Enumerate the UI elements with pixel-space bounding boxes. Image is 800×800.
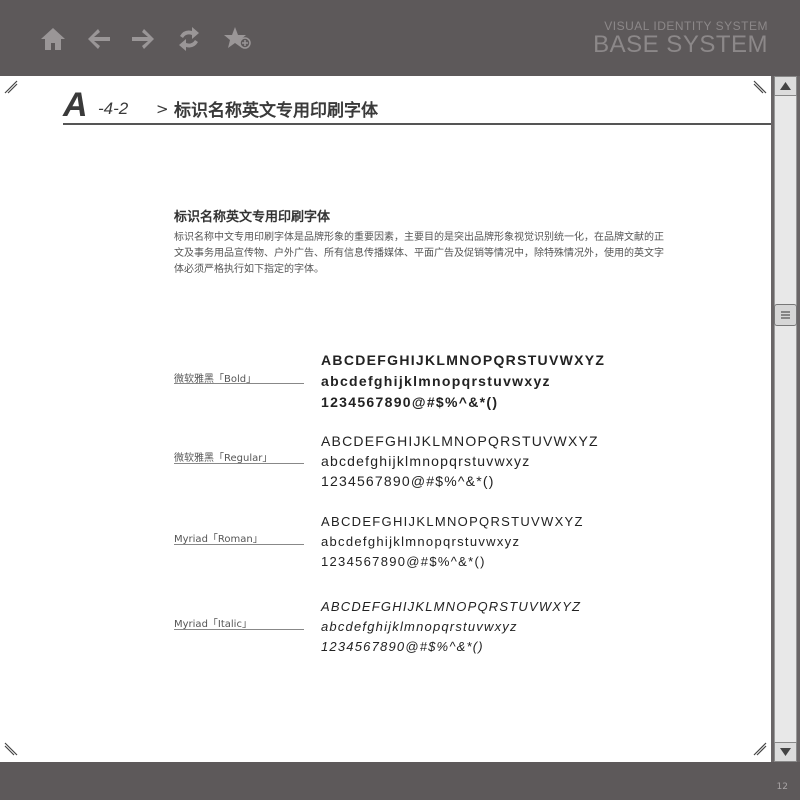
section-letter: A (63, 86, 88, 124)
content-body: 标识名称中文专用印刷字体是品牌形象的重要因素，主要目的是突出品牌形象视觉识别统一… (174, 232, 664, 275)
specimen-lowercase: abcdefghijklmnopqrstuvwxyz (321, 619, 518, 634)
specimen-uppercase: ABCDEFGHIJKLMNOPQRSTUVWXYZ (321, 433, 599, 449)
corner-mark-icon (753, 742, 767, 756)
font-label: Myriad「Italic」 (174, 619, 252, 630)
font-label: Myriad「Roman」 (174, 534, 263, 545)
top-toolbar: VISUAL IDENTITY SYSTEM BASE SYSTEM (0, 0, 800, 76)
specimen-numerals: 1234567890@#$%^&*() (321, 394, 499, 410)
scroll-track[interactable] (774, 96, 797, 742)
specimen-numerals: 1234567890@#$%^&*() (321, 554, 486, 569)
section-arrow: > (156, 100, 169, 118)
page-number: 12 (776, 782, 788, 792)
section-title: 标识名称英文专用印刷字体 (174, 101, 378, 121)
scroll-thumb[interactable] (774, 304, 797, 326)
font-label: 微软雅黑「Regular」 (174, 453, 273, 464)
scroll-up-button[interactable] (774, 76, 797, 96)
favorite-add-icon[interactable] (222, 24, 252, 54)
scroll-down-button[interactable] (774, 742, 797, 762)
specimen-uppercase: ABCDEFGHIJKLMNOPQRSTUVWXYZ (321, 352, 606, 368)
specimen-numerals: 1234567890@#$%^&*() (321, 639, 484, 654)
specimen-lowercase: abcdefghijklmnopqrstuvwxyz (321, 453, 531, 469)
document-page: A -4-2 > 标识名称英文专用印刷字体 标识名称英文专用印刷字体 标识名称中… (0, 76, 771, 762)
corner-mark-icon (4, 80, 18, 94)
brand-block: VISUAL IDENTITY SYSTEM BASE SYSTEM (593, 20, 768, 57)
content-title: 标识名称英文专用印刷字体 (174, 210, 331, 225)
refresh-icon[interactable] (174, 24, 204, 54)
font-label-rule (174, 383, 304, 384)
brand-title: BASE SYSTEM (593, 31, 768, 58)
back-arrow-icon[interactable] (84, 24, 114, 54)
section-number: -4-2 (98, 99, 129, 118)
forward-arrow-icon[interactable] (128, 24, 158, 54)
font-label-rule (174, 629, 304, 630)
specimen-uppercase: ABCDEFGHIJKLMNOPQRSTUVWXYZ (321, 514, 584, 529)
home-icon[interactable] (38, 24, 68, 54)
specimen-uppercase: ABCDEFGHIJKLMNOPQRSTUVWXYZ (321, 599, 582, 614)
specimen-numerals: 1234567890@#$%^&*() (321, 473, 495, 489)
corner-mark-icon (4, 742, 18, 756)
font-label-rule (174, 544, 304, 545)
header-divider (63, 123, 771, 125)
corner-mark-icon (753, 80, 767, 94)
vertical-scrollbar[interactable] (771, 76, 800, 762)
bottom-bar: 12 (0, 762, 800, 800)
specimen-lowercase: abcdefghijklmnopqrstuvwxyz (321, 534, 521, 549)
font-label-rule (174, 463, 304, 464)
specimen-lowercase: abcdefghijklmnopqrstuvwxyz (321, 373, 551, 389)
